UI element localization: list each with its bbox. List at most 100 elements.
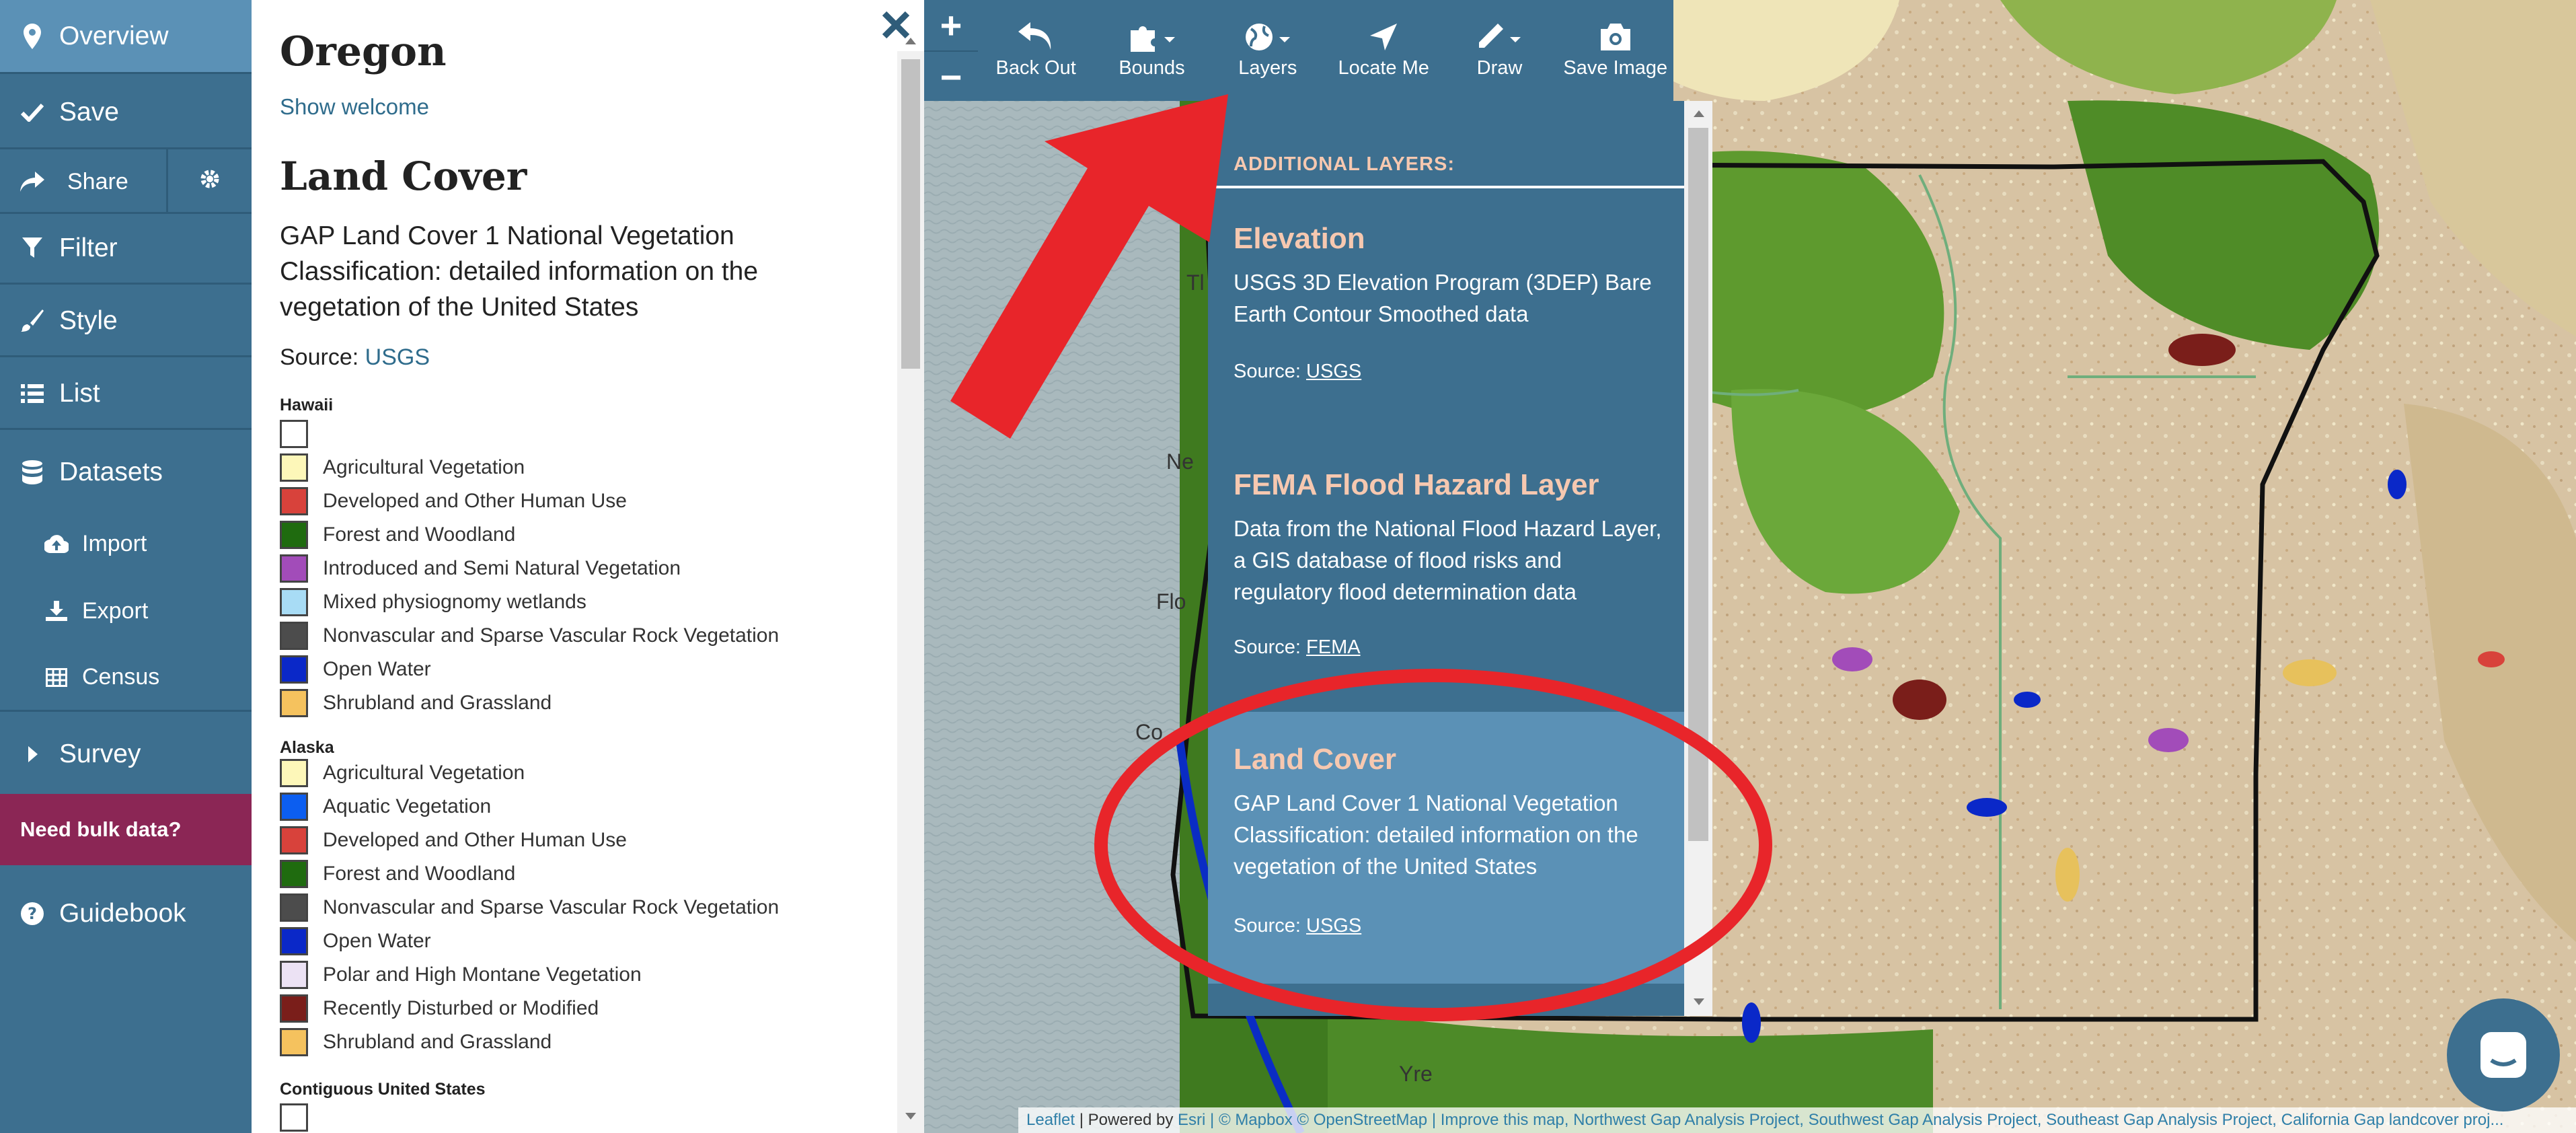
nav-filter-label: Filter — [59, 233, 118, 262]
nav-list[interactable]: List — [0, 359, 252, 430]
nav-export[interactable]: Export — [0, 577, 252, 645]
zoom-out-button[interactable]: − — [924, 52, 978, 102]
layer-option-desc: Data from the National Flood Hazard Laye… — [1234, 516, 1662, 604]
layers-header: ADDITIONAL LAYERS: — [1234, 153, 1455, 175]
legend-label: Nonvascular and Sparse Vascular Rock Veg… — [323, 896, 780, 918]
database-icon — [17, 460, 47, 484]
page-title: Oregon — [280, 28, 447, 75]
layer-source: Source: USGS — [280, 344, 430, 371]
paintbrush-icon — [17, 309, 47, 332]
nav-share-label: Share — [67, 168, 128, 194]
nav-filter[interactable]: Filter — [0, 214, 252, 285]
legend-item: Agricultural Vegetation — [280, 758, 525, 789]
legend-swatch — [280, 1028, 308, 1056]
legend-item: Nonvascular and Sparse Vascular Rock Veg… — [280, 620, 779, 651]
legend-item: Shrubland and Grassland — [280, 688, 552, 719]
legend-label: Agricultural Vegetation — [323, 762, 525, 784]
info-panel: Oregon Show welcome Land Cover GAP Land … — [252, 0, 924, 1133]
legend-item: Open Water — [280, 654, 431, 685]
layers-button[interactable]: Layers — [1210, 0, 1326, 101]
layer-option-source: Source: USGS — [1234, 915, 1362, 937]
map-label: Yre — [1399, 1062, 1433, 1086]
puzzle-icon — [1131, 26, 1176, 52]
panel-scrollbar-thumb[interactable] — [901, 59, 920, 369]
nav-save[interactable]: Save — [0, 77, 252, 149]
svg-text:?: ? — [28, 904, 37, 923]
legend-label: Nonvascular and Sparse Vascular Rock Veg… — [323, 624, 780, 647]
legend-label: Forest and Woodland — [323, 863, 516, 885]
zoom-in-button[interactable]: + — [924, 0, 978, 50]
nav-guidebook-label: Guidebook — [59, 899, 186, 928]
legend-label: Introduced and Semi Natural Vegetation — [323, 557, 681, 579]
layer-source-link[interactable]: USGS — [1306, 915, 1361, 937]
scroll-up-arrow-icon[interactable] — [903, 34, 919, 47]
legend-item: Shrubland and Grassland — [280, 1027, 552, 1058]
locate-me-button[interactable]: Locate Me — [1326, 0, 1441, 101]
nav-style[interactable]: Style — [0, 287, 252, 357]
layer-option-title: Land Cover — [1234, 743, 1397, 776]
nav-style-label: Style — [59, 306, 118, 335]
legend-label: Agricultural Vegetation — [323, 456, 525, 478]
locate-me-label: Locate Me — [1338, 57, 1429, 79]
layer-source-link[interactable]: FEMA — [1306, 636, 1361, 658]
share-icon — [17, 172, 47, 192]
show-welcome-link[interactable]: Show welcome — [280, 94, 429, 120]
layer-option-desc: USGS 3D Elevation Program (3DEP) Bare Ea… — [1234, 270, 1652, 326]
leaflet-link[interactable]: Leaflet — [1026, 1111, 1075, 1129]
map-toolbar: Back Out Bounds Layers Locate Me Draw Sa… — [978, 0, 1673, 101]
layer-title: Land Cover — [280, 153, 527, 199]
scroll-up-arrow-icon[interactable] — [1691, 106, 1707, 120]
esri-link[interactable]: Esri — [1178, 1111, 1205, 1129]
attribution-links[interactable]: | © Mapbox © OpenStreetMap | Improve thi… — [1205, 1111, 2503, 1129]
legend-label: Recently Disturbed or Modified — [323, 997, 599, 1019]
save-image-button[interactable]: Save Image — [1558, 0, 1673, 101]
legend-item: Mixed physiognomy wetlands — [280, 587, 586, 618]
nav-share[interactable]: Share — [0, 149, 168, 214]
back-out-button[interactable]: Back Out — [978, 0, 1094, 101]
nav-overview-label: Overview — [59, 21, 169, 50]
legend-swatch — [280, 793, 308, 821]
legend-item: Developed and Other Human Use — [280, 486, 627, 517]
draw-button[interactable]: Draw — [1441, 0, 1557, 101]
save-image-label: Save Image — [1563, 57, 1668, 79]
share-row: Share — [0, 149, 252, 214]
nav-census[interactable]: Census — [0, 645, 252, 712]
map-label: Co — [1135, 720, 1163, 744]
layer-source-link[interactable]: USGS — [1306, 361, 1361, 382]
left-nav: Overview Save Share Filter Style List Da… — [0, 0, 252, 1133]
draw-label: Draw — [1476, 57, 1523, 79]
legend-label: Aquatic Vegetation — [323, 795, 492, 817]
nav-export-label: Export — [82, 597, 149, 624]
map-canvas[interactable]: Ne Flo Co Tl Yre — [924, 0, 2576, 1133]
layer-option-land-cover[interactable]: Land Cover GAP Land Cover 1 National Veg… — [1208, 712, 1685, 984]
undo-icon — [1018, 22, 1051, 50]
nav-import[interactable]: Import — [0, 510, 252, 577]
legend-swatch — [280, 759, 308, 787]
nav-import-label: Import — [82, 530, 147, 556]
scroll-down-arrow-icon[interactable] — [903, 1110, 919, 1124]
bulk-data-label: Need bulk data? — [20, 817, 182, 841]
legend-item — [280, 418, 323, 449]
nav-datasets[interactable]: Datasets — [0, 439, 252, 506]
check-icon — [17, 103, 47, 122]
source-link[interactable]: USGS — [365, 344, 430, 370]
legend-item: Agricultural Vegetation — [280, 452, 525, 483]
caret-right-icon — [17, 746, 47, 762]
layers-scrollbar-thumb[interactable] — [1688, 128, 1708, 841]
legend-item: Nonvascular and Sparse Vascular Rock Veg… — [280, 892, 779, 923]
legend-group-alaska: Alaska — [280, 738, 334, 757]
legend-swatch — [280, 588, 308, 616]
legend-label: Shrubland and Grassland — [323, 692, 552, 714]
nav-guidebook[interactable]: ? Guidebook — [0, 879, 252, 949]
bulk-data-link[interactable]: Need bulk data? — [0, 794, 252, 865]
share-settings-button[interactable] — [168, 149, 252, 212]
nav-survey[interactable]: Survey — [0, 719, 252, 790]
chat-launcher-button[interactable] — [2447, 998, 2560, 1111]
scroll-down-arrow-icon[interactable] — [1691, 996, 1707, 1009]
layer-option-fema[interactable]: FEMA Flood Hazard Layer Data from the Na… — [1208, 435, 1685, 709]
nav-overview[interactable]: Overview — [0, 0, 252, 74]
layer-option-source: Source: FEMA — [1234, 636, 1361, 658]
bounds-button[interactable]: Bounds — [1094, 0, 1209, 101]
layer-description: GAP Land Cover 1 National Vegetation Cla… — [280, 221, 759, 322]
gear-icon — [199, 168, 221, 193]
